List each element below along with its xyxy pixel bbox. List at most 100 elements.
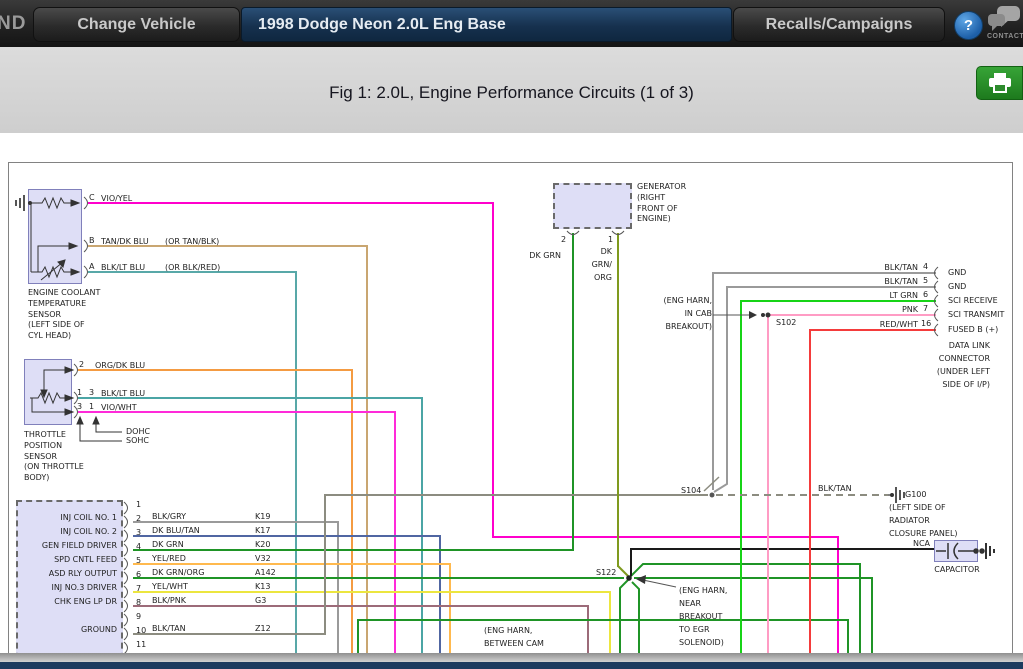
circuit-code: A142 — [255, 568, 276, 577]
wire-label: VIO/WHT — [101, 403, 137, 412]
generator-label: GENERATOR(RIGHT FRONT OFENGINE) — [637, 182, 686, 225]
dlc-pin-number: 16 — [921, 319, 931, 328]
pcm-signal-label: INJ NO.3 DRIVER — [22, 583, 117, 592]
g100-location-label: (LEFT SIDE OFRADIATOR CLOSURE PANEL) — [889, 501, 958, 540]
wire-label: DK GRN — [521, 251, 561, 260]
recalls-campaigns-button[interactable]: Recalls/Campaigns — [733, 7, 945, 42]
pcm-pin-number: 9 — [136, 612, 141, 621]
help-button[interactable]: ? — [954, 11, 983, 40]
dlc-pin-number: 4 — [923, 262, 928, 271]
dlc-signal-label: SCI TRANSMIT — [948, 310, 1004, 319]
diagram-canvas: C VIO/YEL B TAN/DK BLU (OR TAN/BLK) A BL… — [0, 133, 1023, 669]
tps-sensor-label: THROTTLEPOSITION SENSOR(ON THROTTLE BODY… — [24, 430, 84, 484]
wire-label: BLK/LT BLU — [101, 263, 145, 272]
splice-s104-label: S104 — [681, 486, 701, 495]
splice-s102-label: S102 — [776, 318, 796, 327]
tps-pin-number: 1 — [77, 388, 82, 397]
figure-title: Fig 1: 2.0L, Engine Performance Circuits… — [0, 83, 1023, 103]
brand-logo: ND — [0, 13, 26, 35]
circuit-code: K20 — [255, 540, 270, 549]
ect-sensor-box — [28, 189, 82, 284]
wire-label: DK GRN — [152, 540, 184, 549]
pcm-signal-label: INJ COIL NO. 2 — [22, 527, 117, 536]
sohc-label: SOHC — [126, 436, 149, 445]
generator-pin-number: 1 — [608, 235, 613, 244]
tps-sensor-box — [24, 359, 72, 425]
pcm-signal-label: GEN FIELD DRIVER — [22, 541, 117, 550]
pcm-pin-number: 8 — [136, 598, 141, 607]
wire-label: RED/WHT — [838, 320, 918, 329]
bottom-scroll-strip[interactable] — [0, 653, 1023, 662]
bottom-frame-bar — [0, 662, 1023, 669]
printer-icon — [987, 72, 1013, 94]
circuit-code: G3 — [255, 596, 266, 605]
pcm-pin-number: 3 — [136, 528, 141, 537]
egr-note: (ENG HARN,NEAR BREAKOUTTO EGR SOLENOID) — [679, 584, 727, 649]
capacitor-box — [934, 540, 978, 562]
wire-label: LT GRN — [838, 291, 918, 300]
generator-pin-number: 2 — [561, 235, 566, 244]
pcm-pin-number: 7 — [136, 584, 141, 593]
wire-label: BLK/PNK — [152, 596, 186, 605]
pcm-pin-number: 11 — [136, 640, 146, 649]
dlc-signal-label: FUSED B (+) — [948, 325, 998, 334]
wire-alt-label: (OR BLK/RED) — [165, 263, 220, 272]
dlc-label: DATA LINKCONNECTOR (UNDER LEFTSIDE OF I/… — [880, 339, 990, 391]
pcm-signal-label: ASD RLY OUTPUT — [22, 569, 117, 578]
wire-alt-label: (OR TAN/BLK) — [165, 237, 219, 246]
contact-button[interactable]: CONTACT — [986, 4, 1023, 44]
circuit-code: K19 — [255, 512, 270, 521]
print-button[interactable] — [976, 66, 1023, 100]
circuit-code: V32 — [255, 554, 271, 563]
circuit-code: K17 — [255, 526, 270, 535]
change-vehicle-button[interactable]: Change Vehicle — [33, 7, 240, 42]
dlc-signal-label: GND — [948, 282, 966, 291]
tps-pin-number: 1 — [89, 402, 94, 411]
wire-label: TAN/DK BLU — [101, 237, 149, 246]
circuit-code: K13 — [255, 582, 270, 591]
pcm-signal-label: CHK ENG LP DR — [22, 597, 117, 606]
ect-pin-letter: C — [89, 193, 95, 202]
ect-pin-letter: A — [89, 262, 94, 271]
wire-label: BLK/TAN — [838, 277, 918, 286]
wire-label: BLK/LT BLU — [101, 389, 145, 398]
wire-label: DK BLU/TAN — [152, 526, 200, 535]
wire-label: YEL/WHT — [152, 582, 188, 591]
wire-label: ORG/DK BLU — [95, 361, 145, 370]
capacitor-label: CAPACITOR — [917, 565, 997, 574]
pcm-pin-number: 6 — [136, 570, 141, 579]
splice-s122-label: S122 — [596, 568, 616, 577]
wire-label: DKGRN/ ORG — [572, 245, 612, 284]
dlc-pin-number: 5 — [923, 276, 928, 285]
dlc-pin-number: 6 — [923, 290, 928, 299]
recalls-campaigns-label: Recalls/Campaigns — [766, 16, 913, 34]
nca-label: NCA — [902, 539, 930, 548]
vehicle-tab[interactable]: 1998 Dodge Neon 2.0L Eng Base — [241, 7, 732, 42]
wire-label: BLK/GRY — [152, 512, 186, 521]
app-root: ND Change Vehicle 1998 Dodge Neon 2.0L E… — [0, 0, 1023, 669]
change-vehicle-label: Change Vehicle — [77, 16, 195, 34]
dohc-label: DOHC — [126, 427, 150, 436]
pcm-pin-number: 10 — [136, 626, 146, 635]
chat-bubbles-icon — [986, 4, 1023, 32]
top-navigation-bar: ND Change Vehicle 1998 Dodge Neon 2.0L E… — [0, 0, 1023, 48]
incab-note: (ENG HARN,IN CAB BREAKOUT) — [642, 294, 712, 333]
pcm-pin-number: 4 — [136, 542, 141, 551]
pcm-signal-label: GROUND — [22, 625, 117, 634]
generator-box — [553, 183, 632, 229]
help-icon: ? — [964, 17, 973, 34]
pcm-signal-label: INJ COIL NO. 1 — [22, 513, 117, 522]
vehicle-tab-label: 1998 Dodge Neon 2.0L Eng Base — [258, 16, 506, 34]
dlc-signal-label: SCI RECEIVE — [948, 296, 998, 305]
wire-label: YEL/RED — [152, 554, 186, 563]
ect-pin-letter: B — [89, 236, 95, 245]
wire-label: DK GRN/ORG — [152, 568, 204, 577]
diagram-frame — [8, 162, 1013, 654]
figure-title-bar: Fig 1: 2.0L, Engine Performance Circuits… — [0, 47, 1023, 134]
ect-sensor-label: ENGINE COOLANTTEMPERATURE SENSOR(LEFT SI… — [28, 288, 100, 342]
wire-label: BLK/TAN — [152, 624, 186, 633]
dlc-pin-number: 7 — [923, 304, 928, 313]
tps-pin-number: 3 — [77, 402, 82, 411]
tps-pin-number: 3 — [89, 388, 94, 397]
wire-label: VIO/YEL — [101, 194, 132, 203]
